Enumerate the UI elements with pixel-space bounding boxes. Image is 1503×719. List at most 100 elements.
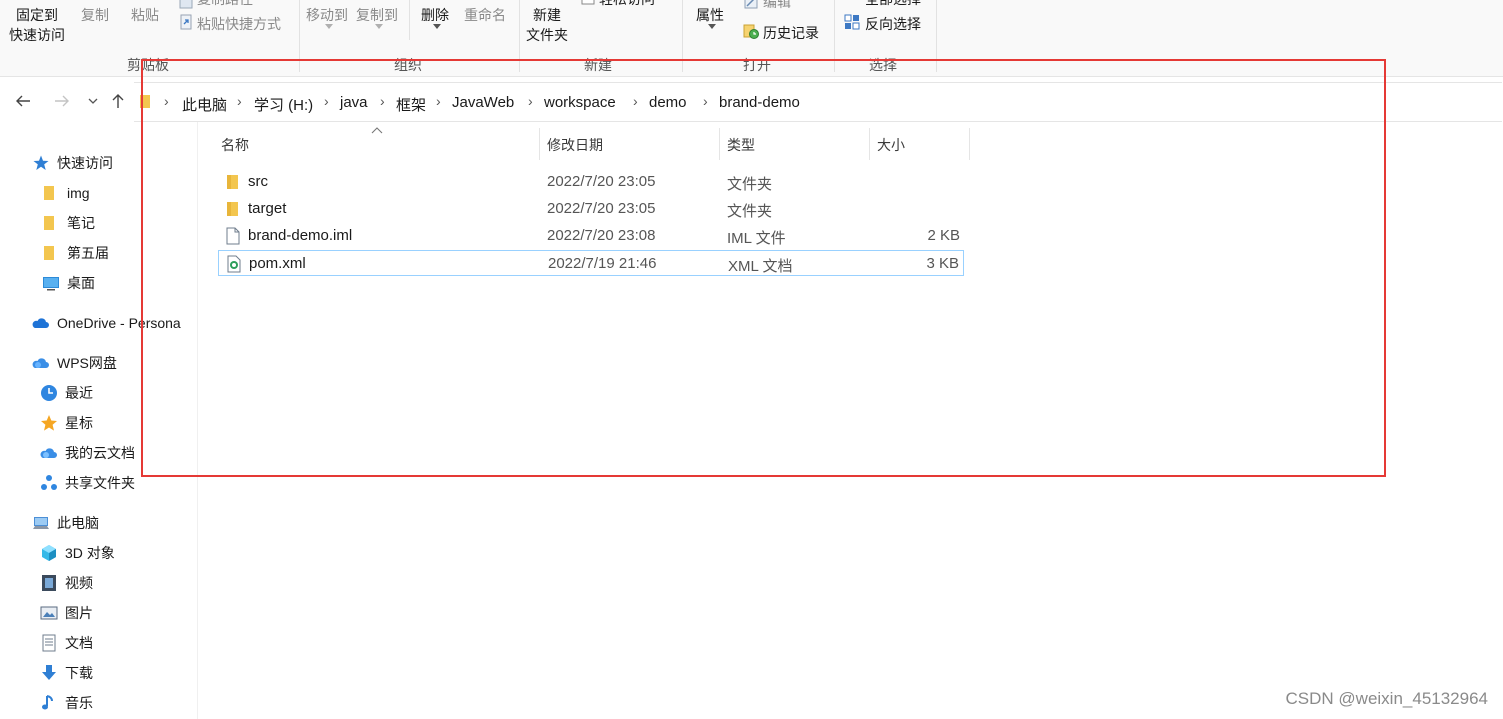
sidebar-item-onedrive[interactable]: OneDrive - Persona	[30, 310, 181, 336]
star-icon	[41, 415, 57, 431]
new-folder-button[interactable]: 新建	[533, 5, 561, 25]
folder-icon	[44, 216, 54, 230]
sidebar-label: 第五届	[67, 245, 109, 261]
edit-button[interactable]: 编辑	[763, 0, 791, 12]
back-button[interactable]	[12, 90, 34, 112]
sidebar-label: 下载	[65, 665, 93, 681]
breadcrumb-item[interactable]: java	[340, 94, 368, 111]
clock-icon	[41, 385, 57, 401]
chevron-right-icon: ›	[324, 93, 329, 109]
file-row-target[interactable]: target 2022/7/20 23:05 文件夹	[218, 196, 964, 222]
sidebar-item-downloads[interactable]: 下载	[40, 660, 93, 686]
paste-button[interactable]: 粘贴	[131, 5, 159, 25]
copy-to-button[interactable]: 复制到	[356, 5, 398, 25]
delete-button[interactable]: 删除	[421, 5, 449, 25]
watermark: CSDN @weixin_45132964	[1285, 689, 1488, 708]
new-folder-label-line2[interactable]: 文件夹	[526, 25, 568, 45]
rename-button[interactable]: 重命名	[464, 5, 506, 25]
breadcrumb-item[interactable]: brand-demo	[719, 94, 800, 111]
file-row-src[interactable]: src 2022/7/20 23:05 文件夹	[218, 169, 964, 195]
file-type: XML 文档	[728, 258, 793, 275]
select-all-button[interactable]: 全部选择	[865, 0, 921, 9]
sidebar-item-notes[interactable]: 笔记	[42, 210, 95, 236]
sidebar-label: 视频	[65, 575, 93, 591]
music-note-icon	[42, 695, 53, 710]
sidebar-label: 我的云文档	[65, 445, 135, 461]
breadcrumb-item[interactable]: workspace	[544, 94, 616, 111]
folder-icon	[140, 95, 150, 108]
ribbon: 固定到 快速访问 复制 粘贴 复制路径 粘贴快捷方式 剪贴板 移动到 复制到 删…	[0, 0, 1503, 77]
properties-button[interactable]: 属性	[696, 5, 724, 25]
column-header-size[interactable]: 大小	[877, 135, 905, 155]
address-bar[interactable]: › 此电脑 › 学习 (H:) › java › 框架 › JavaWeb › …	[134, 82, 1502, 122]
column-divider[interactable]	[539, 128, 540, 160]
sidebar-label: 桌面	[67, 275, 95, 291]
copy-button[interactable]: 复制	[81, 5, 109, 25]
sidebar-item-pictures[interactable]: 图片	[40, 600, 93, 626]
select-all-icon	[844, 0, 860, 8]
pin-label-line2[interactable]: 快速访问	[9, 25, 65, 45]
sidebar-label: 快速访问	[57, 155, 113, 171]
arrow-up-icon	[112, 94, 124, 108]
easy-access-button[interactable]: 轻松访问	[599, 0, 655, 9]
forward-button[interactable]	[51, 90, 73, 112]
document-icon	[42, 634, 56, 652]
copy-path-button[interactable]: 复制路径	[197, 0, 253, 9]
sidebar-label: 文档	[65, 635, 93, 651]
breadcrumb-item[interactable]: 框架	[396, 94, 426, 115]
column-header-type[interactable]: 类型	[727, 135, 755, 155]
column-divider[interactable]	[969, 128, 970, 160]
breadcrumb-item[interactable]: JavaWeb	[452, 94, 514, 111]
sidebar-label: 星标	[65, 415, 93, 431]
breadcrumb-item[interactable]: 此电脑	[182, 94, 227, 115]
arrow-left-icon	[16, 95, 30, 107]
chevron-right-icon: ›	[380, 93, 385, 109]
sidebar-item-this-pc[interactable]: 此电脑	[32, 510, 99, 536]
sidebar-item-videos[interactable]: 视频	[40, 570, 93, 596]
history-button[interactable]: 历史记录	[763, 23, 819, 43]
sidebar-item-my-cloud-docs[interactable]: 我的云文档	[40, 440, 135, 466]
sidebar-label: img	[67, 185, 90, 201]
paste-shortcut-icon	[180, 14, 192, 30]
wps-cloud-icon	[32, 358, 49, 368]
arrow-right-icon	[55, 95, 69, 107]
sidebar-item-documents[interactable]: 文档	[40, 630, 93, 656]
select-group-label: 选择	[869, 57, 897, 73]
pin-quick-access-button[interactable]: 固定到	[16, 5, 58, 25]
edit-icon	[744, 0, 758, 9]
invert-selection-button[interactable]: 反向选择	[865, 14, 921, 34]
file-date: 2022/7/20 23:05	[547, 200, 656, 217]
recent-locations-button[interactable]	[82, 90, 104, 112]
paste-shortcut-button[interactable]: 粘贴快捷方式	[197, 14, 281, 34]
sidebar-item-desktop[interactable]: 桌面	[42, 270, 95, 296]
column-divider[interactable]	[869, 128, 870, 160]
column-header-date[interactable]: 修改日期	[547, 135, 603, 155]
column-header-name[interactable]: 名称	[221, 135, 249, 155]
sidebar-item-3d-objects[interactable]: 3D 对象	[40, 540, 115, 566]
sidebar-item-img[interactable]: img	[42, 180, 90, 206]
sidebar-label: 3D 对象	[65, 545, 115, 561]
sidebar-item-shared-folder[interactable]: 共享文件夹	[40, 470, 135, 496]
sidebar-item-quick-access[interactable]: 快速访问	[32, 150, 113, 176]
sidebar-item-starred[interactable]: 星标	[40, 410, 93, 436]
sidebar-item-recent[interactable]: 最近	[40, 380, 93, 406]
breadcrumb-item[interactable]: demo	[649, 94, 687, 111]
file-type: 文件夹	[727, 203, 773, 220]
breadcrumb-item[interactable]: 学习 (H:)	[254, 94, 313, 115]
ribbon-separator	[682, 0, 683, 72]
sidebar-item-wps[interactable]: WPS网盘	[30, 350, 117, 376]
share-icon	[41, 475, 57, 490]
file-name: pom.xml	[249, 255, 306, 272]
column-divider[interactable]	[719, 128, 720, 160]
desktop-icon	[43, 277, 59, 291]
file-row-brand-demo-iml[interactable]: brand-demo.iml 2022/7/20 23:08 IML 文件 2 …	[218, 223, 964, 249]
sidebar-label: 图片	[65, 605, 93, 621]
chevron-right-icon: ›	[436, 93, 441, 109]
sidebar-item-fifth[interactable]: 第五届	[42, 240, 109, 266]
sidebar-item-music[interactable]: 音乐	[40, 690, 93, 716]
file-row-pom-xml[interactable]: pom.xml 2022/7/19 21:46 XML 文档 3 KB	[218, 250, 964, 276]
file-name: target	[248, 200, 287, 217]
chevron-right-icon: ›	[164, 93, 169, 109]
move-to-button[interactable]: 移动到	[306, 5, 348, 25]
up-button[interactable]	[107, 90, 129, 112]
